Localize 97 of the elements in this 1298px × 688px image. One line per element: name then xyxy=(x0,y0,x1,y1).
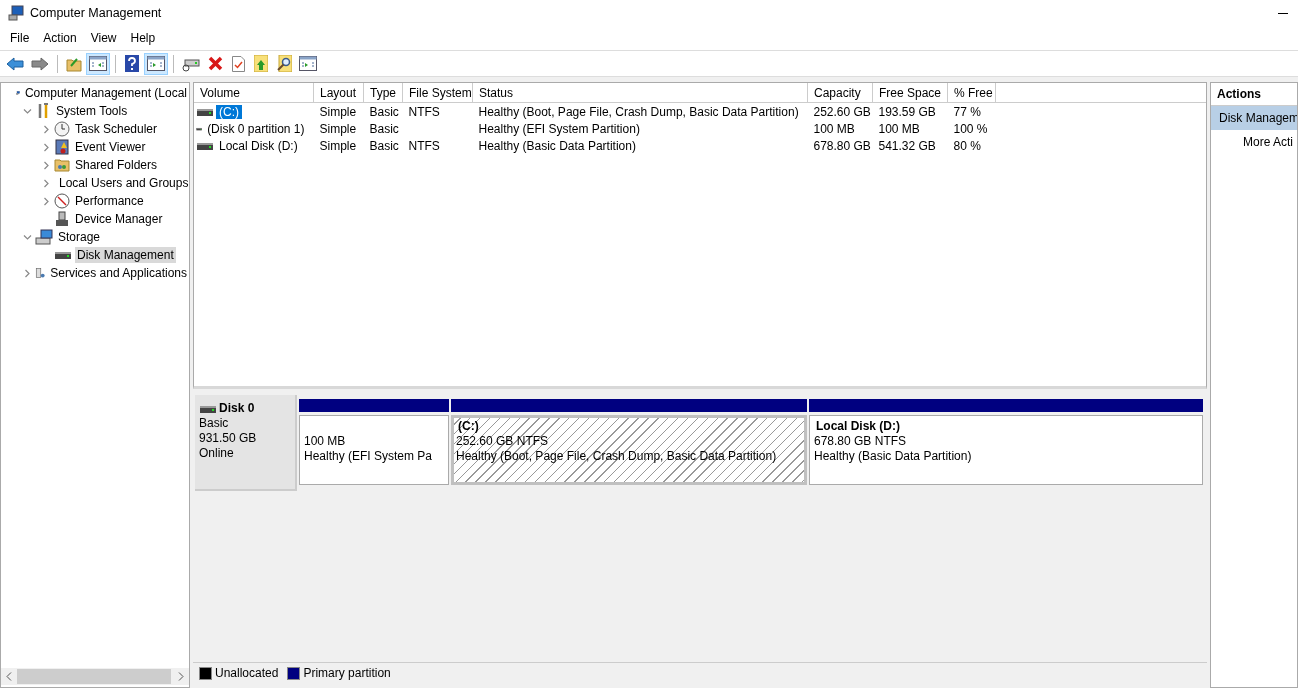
storage-icon xyxy=(35,229,53,245)
partition-size: 678.80 GB NTFS xyxy=(814,434,908,449)
action-link[interactable]: More Acti xyxy=(1211,130,1297,154)
partition-title: Local Disk (D:) xyxy=(815,419,901,434)
server-gear-icon xyxy=(35,265,46,281)
table-cell: 193.59 GB xyxy=(878,104,936,119)
table-cell: Basic xyxy=(369,104,399,119)
menu-item[interactable]: Action xyxy=(36,31,84,45)
table-cell[interactable]: Local Disk (D:) xyxy=(216,138,301,153)
table-cell: NTFS xyxy=(408,138,440,153)
horizontal-scrollbar[interactable] xyxy=(1,668,189,685)
partition-status: Healthy (EFI System Pa xyxy=(304,449,434,464)
expand-chevron-icon[interactable] xyxy=(23,268,32,278)
partition-title: (C:) xyxy=(457,419,480,434)
table-cell: NTFS xyxy=(408,104,440,119)
column-header[interactable]: Volume xyxy=(194,83,314,103)
table-cell: Healthy (Basic Data Partition) xyxy=(478,138,636,153)
expand-chevron-icon[interactable] xyxy=(42,142,51,152)
expand-chevron-icon[interactable] xyxy=(42,160,51,170)
table-cell: Simple xyxy=(319,121,357,136)
back-arrow-icon xyxy=(6,56,24,71)
disk-name: Disk 0 xyxy=(219,401,255,416)
table-cell[interactable]: (C:) xyxy=(216,104,242,119)
table-cell: 100 MB xyxy=(878,121,920,136)
table-cell[interactable]: (Disk 0 partition 1) xyxy=(204,121,308,136)
window-title: Computer Management xyxy=(30,6,162,20)
table-cell: Basic xyxy=(369,121,399,136)
tree-item[interactable]: Device Manager xyxy=(73,211,165,227)
delete-icon xyxy=(207,56,223,71)
tree-item[interactable]: Shared Folders xyxy=(73,157,160,173)
table-cell: 100 % xyxy=(953,121,988,136)
disk-type: Basic xyxy=(199,416,230,431)
menu-item[interactable]: Help xyxy=(123,31,163,45)
window-pane-icon xyxy=(147,56,165,71)
tree-item[interactable]: Disk Management xyxy=(75,247,176,263)
column-header[interactable]: % Free xyxy=(947,83,996,103)
disk-status: Online xyxy=(199,446,235,461)
log-book-icon xyxy=(54,139,70,155)
partition-status: Healthy (Boot, Page File, Crash Dump, Basic Data Partition) xyxy=(456,449,778,464)
collapse-chevron-icon[interactable] xyxy=(23,106,32,116)
table-cell: 678.80 GB xyxy=(813,138,871,153)
expand-chevron-icon[interactable] xyxy=(42,178,51,188)
partition-block[interactable]: (C:) 252.60 GB NTFS Healthy (Boot, Page File, Crash Dump, Basic Data Partition) xyxy=(451,415,807,485)
window-pane-icon xyxy=(299,56,317,71)
partition-size: 100 MB xyxy=(304,434,347,449)
legend-label: Unallocated xyxy=(215,666,279,680)
table-cell: Simple xyxy=(319,104,357,119)
shared-folder-icon xyxy=(54,157,70,173)
help-icon xyxy=(125,55,139,72)
column-header[interactable]: Type xyxy=(363,83,403,103)
collapse-chevron-icon[interactable] xyxy=(23,232,32,242)
table-cell: Healthy (EFI System Partition) xyxy=(478,121,640,136)
checked-document-icon xyxy=(231,55,245,72)
gauge-icon xyxy=(54,193,70,209)
table-cell: 541.32 GB xyxy=(878,138,936,153)
column-header[interactable]: File System xyxy=(402,83,473,103)
tree-item[interactable]: Storage xyxy=(56,229,103,245)
disk-label-card[interactable]: Disk 0 Basic 931.50 GB Online xyxy=(195,395,297,491)
column-header[interactable]: Status xyxy=(472,83,808,103)
tree-item[interactable]: Computer Management (Local xyxy=(22,85,189,101)
find-icon xyxy=(276,55,292,72)
tree-item[interactable]: Services and Applications xyxy=(48,265,189,281)
tree-item[interactable]: Performance xyxy=(73,193,146,209)
minimize-icon[interactable] xyxy=(1278,12,1288,14)
partition-block[interactable]: 100 MB Healthy (EFI System Pa xyxy=(299,415,449,485)
tree-item[interactable]: Event Viewer xyxy=(73,139,148,155)
clock-icon xyxy=(54,121,70,137)
table-cell: 252.60 GB xyxy=(813,104,871,119)
scroll-left-icon[interactable] xyxy=(6,672,12,681)
expand-chevron-icon[interactable] xyxy=(42,124,51,134)
column-header[interactable]: Layout xyxy=(313,83,364,103)
table-cell: Healthy (Boot, Page File, Crash Dump, Basic Data Partition) xyxy=(478,104,799,119)
table-cell: Simple xyxy=(319,138,357,153)
tree-item[interactable]: System Tools xyxy=(54,103,130,119)
device-icon xyxy=(54,211,70,227)
tree-item[interactable]: Local Users and Groups xyxy=(57,175,189,191)
window-pane-icon xyxy=(89,56,107,71)
column-header[interactable]: Capacity xyxy=(807,83,873,103)
column-header[interactable]: Free Space xyxy=(872,83,948,103)
menu-item[interactable]: File xyxy=(3,31,37,45)
tree-item[interactable]: Task Scheduler xyxy=(73,121,160,137)
table-cell: 100 MB xyxy=(813,121,855,136)
table-cell: Basic xyxy=(369,138,399,153)
scroll-right-icon[interactable] xyxy=(178,672,184,681)
partition-status: Healthy (Basic Data Partition) xyxy=(814,449,973,464)
legend-label: Primary partition xyxy=(303,666,391,680)
toolbar-button[interactable] xyxy=(144,52,168,75)
forward-arrow-icon xyxy=(31,56,49,71)
toolbar-button[interactable] xyxy=(86,52,110,75)
disk-size: 931.50 GB xyxy=(199,431,258,446)
export-arrow-icon xyxy=(254,55,268,72)
expand-chevron-icon[interactable] xyxy=(42,196,51,206)
table-cell: 80 % xyxy=(953,138,981,153)
partition-size: 252.60 GB NTFS xyxy=(456,434,550,449)
menu-item[interactable]: View xyxy=(83,31,124,45)
table-cell: 77 % xyxy=(953,104,981,119)
partition-block[interactable]: Local Disk (D:) 678.80 GB NTFS Healthy (Basic Data Partition) xyxy=(809,415,1203,485)
